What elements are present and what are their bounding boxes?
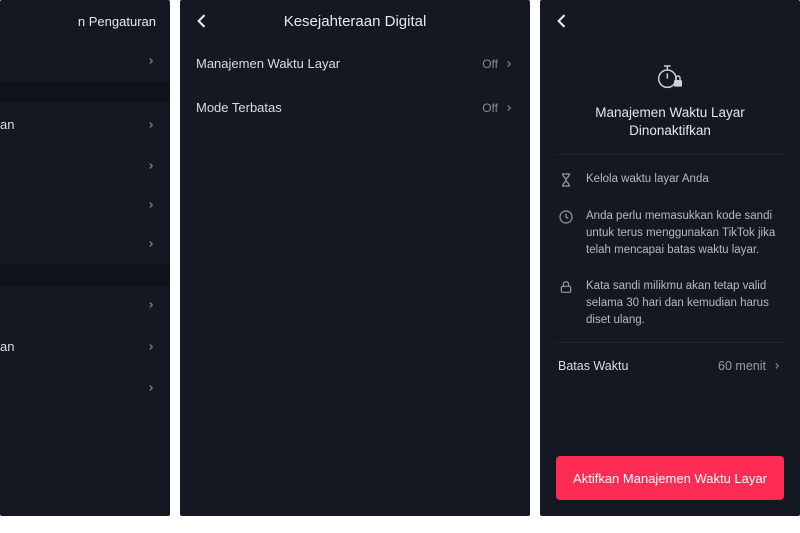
chevron-right-icon [146, 120, 156, 130]
row-value: Off [482, 57, 498, 71]
row-value: Off [482, 101, 498, 115]
chevron-right-icon [504, 59, 514, 69]
enable-screen-time-button[interactable]: Aktifkan Manajemen Waktu Layar [556, 456, 784, 500]
button-label: Aktifkan Manajemen Waktu Layar [573, 471, 767, 486]
settings-row[interactable]: an [0, 103, 170, 147]
phone-digital-wellbeing: Kesejahteraan Digital Manajemen Waktu La… [180, 0, 530, 516]
hourglass-icon [558, 172, 574, 188]
chevron-right-icon [146, 239, 156, 249]
info-list: Kelola waktu layar Anda Anda perlu memas… [540, 155, 800, 342]
row-label: Manajemen Waktu Layar [196, 56, 340, 71]
info-text: Kata sandi milikmu akan tetap valid sela… [586, 278, 782, 328]
info-item: Anda perlu memasukkan kode sandi untuk t… [558, 198, 782, 268]
chevron-right-icon [146, 342, 156, 352]
info-item: Kata sandi milikmu akan tetap valid sela… [558, 268, 782, 338]
row-label: Mode Terbatas [196, 100, 282, 115]
settings-row[interactable] [0, 42, 170, 81]
three-phone-layout: n Pengaturan an an [0, 0, 800, 533]
settings-row[interactable] [0, 286, 170, 325]
timer-lock-icon [654, 60, 686, 92]
hero-section: Manajemen Waktu Layar Dinonaktifkan [540, 42, 800, 154]
row-time-limit[interactable]: Batas Waktu 60 menit [540, 343, 800, 389]
chevron-left-icon [552, 11, 572, 31]
row-label: Batas Waktu [558, 359, 628, 373]
settings-row[interactable]: an [0, 325, 170, 369]
header [540, 0, 800, 42]
settings-row[interactable] [0, 186, 170, 225]
row-label: an [0, 117, 14, 132]
row-value: 60 menit [718, 359, 766, 373]
header: Kesejahteraan Digital [180, 0, 530, 42]
page-title: n Pengaturan [78, 14, 156, 29]
row-restricted-mode[interactable]: Mode Terbatas Off [180, 86, 530, 130]
row-label: an [0, 339, 14, 354]
back-button[interactable] [192, 11, 212, 31]
clock-icon [558, 209, 574, 225]
chevron-right-icon [146, 383, 156, 393]
chevron-right-icon [146, 161, 156, 171]
phone-settings-privacy: n Pengaturan an an [0, 0, 170, 516]
page-title: Kesejahteraan Digital [180, 13, 530, 30]
chevron-right-icon [772, 361, 782, 371]
header: n Pengaturan [0, 0, 170, 42]
chevron-left-icon [192, 11, 212, 31]
settings-row[interactable] [0, 369, 170, 408]
back-button[interactable] [552, 11, 572, 31]
info-item: Kelola waktu layar Anda [558, 161, 782, 198]
chevron-right-icon [504, 103, 514, 113]
settings-row[interactable] [0, 225, 170, 264]
row-screen-time-management[interactable]: Manajemen Waktu Layar Off [180, 42, 530, 86]
phone-screen-time-detail: Manajemen Waktu Layar Dinonaktifkan Kelo… [540, 0, 800, 516]
chevron-right-icon [146, 56, 156, 66]
info-text: Anda perlu memasukkan kode sandi untuk t… [586, 208, 782, 258]
hero-title: Manajemen Waktu Layar Dinonaktifkan [558, 104, 782, 140]
chevron-right-icon [146, 300, 156, 310]
lock-icon [558, 279, 574, 295]
settings-row[interactable] [0, 147, 170, 186]
chevron-right-icon [146, 200, 156, 210]
info-text: Kelola waktu layar Anda [586, 171, 782, 188]
